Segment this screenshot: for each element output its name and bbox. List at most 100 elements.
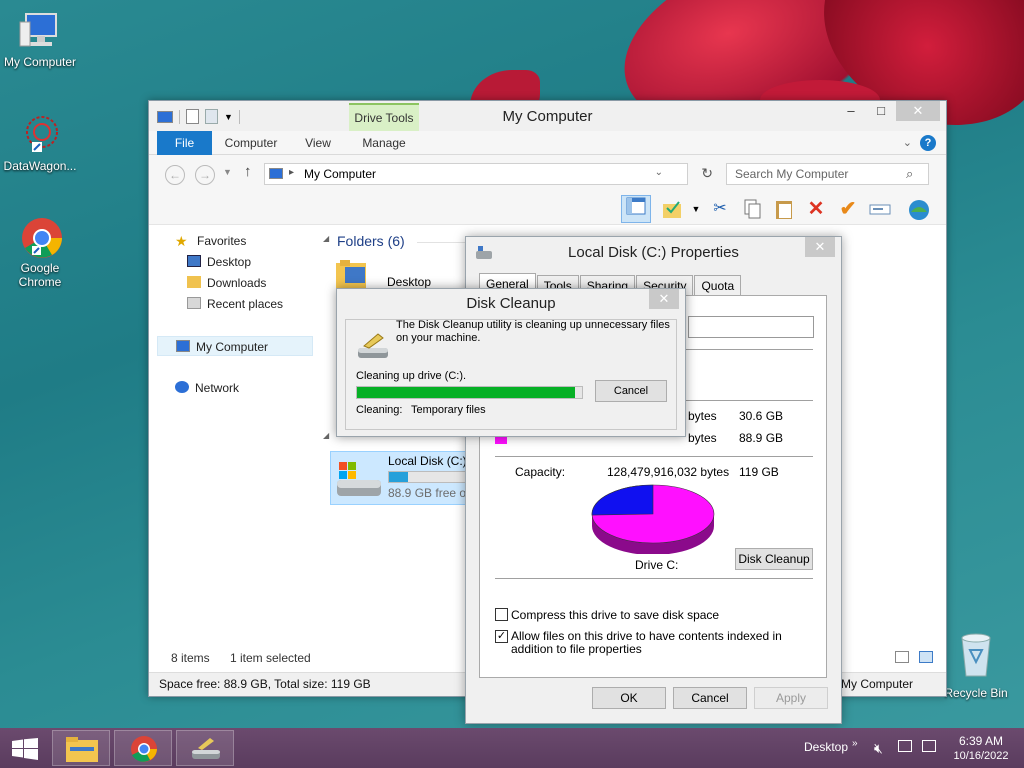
- nav-downloads[interactable]: Downloads: [187, 273, 266, 293]
- up-arrow-icon[interactable]: ↑: [244, 163, 252, 180]
- index-label: Allow files on this drive to have conten…: [511, 629, 782, 656]
- free-size: 88.9 GB: [739, 431, 784, 445]
- taskbar-disk-cleanup-button[interactable]: [176, 730, 234, 766]
- toolbar-expand-icon[interactable]: »: [852, 738, 858, 749]
- nav-recent-places[interactable]: Recent places: [187, 294, 283, 314]
- recycle-bin-icon: [954, 630, 998, 680]
- computer-icon: [18, 8, 62, 52]
- address-bar[interactable]: ▸ My Computer ⌄ ↻: [264, 163, 713, 185]
- copy-icon[interactable]: [741, 198, 763, 220]
- ok-button[interactable]: OK: [592, 687, 666, 709]
- disk-cleanup-button[interactable]: Disk Cleanup: [735, 548, 813, 570]
- tab-view[interactable]: View: [297, 131, 339, 155]
- computer-small-icon: [176, 340, 190, 352]
- breadcrumb[interactable]: My Computer: [304, 167, 376, 181]
- chevron-down-icon[interactable]: ▼: [685, 198, 707, 220]
- chrome-icon: [131, 736, 157, 762]
- refresh-icon[interactable]: ↻: [701, 165, 713, 182]
- paste-icon[interactable]: [773, 198, 795, 220]
- maximize-button[interactable]: □: [866, 101, 896, 121]
- volume-muted-icon[interactable]: 🔇︎: [874, 740, 883, 757]
- title-bar: ▼ Drive Tools My Computer – □ ✕: [149, 101, 946, 131]
- index-checkbox[interactable]: ✓: [495, 630, 508, 643]
- desktop-icon-recycle-bin[interactable]: Recycle Bin: [936, 630, 1016, 700]
- back-button[interactable]: ←: [165, 165, 185, 185]
- tab-file[interactable]: File: [157, 131, 212, 155]
- desktop-icon-my-computer[interactable]: My Computer: [0, 8, 80, 69]
- close-button[interactable]: ✕: [649, 289, 679, 309]
- nav-favorites[interactable]: ★ Favorites: [175, 231, 246, 251]
- tab-manage[interactable]: Manage: [351, 131, 417, 155]
- cleanup-progress-bar: [356, 386, 583, 399]
- recent-places-icon: [187, 297, 201, 309]
- tab-quota[interactable]: Quota: [694, 275, 742, 295]
- dialog-title: Disk Cleanup: [466, 295, 556, 312]
- preview-pane-icon[interactable]: [621, 195, 651, 223]
- nav-label: Favorites: [197, 234, 247, 248]
- folder-label[interactable]: Desktop: [387, 275, 431, 289]
- drive-tile-c[interactable]: Local Disk (C:) 88.9 GB free of: [330, 451, 470, 505]
- desktop-folder-icon[interactable]: [335, 259, 369, 289]
- chevron-down-icon[interactable]: ⌄: [903, 136, 912, 149]
- window-title: My Computer: [502, 108, 593, 125]
- breadcrumb-arrow-icon[interactable]: ▸: [289, 167, 294, 178]
- taskbar-explorer-button[interactable]: [52, 730, 110, 766]
- search-input[interactable]: Search My Computer: [726, 163, 929, 185]
- nav-label: Downloads: [207, 276, 267, 290]
- pie-slice-used: [591, 484, 654, 516]
- minimize-button[interactable]: –: [836, 101, 866, 121]
- compress-checkbox[interactable]: [495, 608, 508, 621]
- nav-desktop[interactable]: Desktop: [187, 252, 251, 272]
- nav-my-computer[interactable]: My Computer: [157, 336, 313, 356]
- delete-icon[interactable]: ✕: [805, 198, 827, 220]
- checkmark-icon[interactable]: ✔: [837, 198, 859, 220]
- dialog-title: Local Disk (C:) Properties: [568, 244, 739, 261]
- window-controls: – □ ✕: [836, 101, 940, 121]
- rename-icon[interactable]: [869, 198, 891, 220]
- disk-cleanup-icon: [358, 333, 388, 358]
- taskbar-chrome-button[interactable]: [114, 730, 172, 766]
- drive-usage-fill: [389, 472, 408, 482]
- cancel-button[interactable]: Cancel: [595, 380, 667, 402]
- drive-label-input[interactable]: [688, 316, 814, 338]
- file-explorer-icon: [66, 737, 98, 762]
- windows-logo-icon: [12, 738, 38, 760]
- cancel-button[interactable]: Cancel: [673, 687, 747, 709]
- clock-time: 6:39 AM: [958, 734, 1004, 748]
- collapse-arrow-icon[interactable]: ◢: [323, 431, 329, 440]
- folders-group-header[interactable]: Folders (6): [337, 233, 405, 249]
- computer-location-text: My Computer: [841, 677, 914, 691]
- clock[interactable]: 6:39 AM 10/16/2022: [950, 734, 1012, 764]
- address-row: ← → ▼ ↑ ▸ My Computer ⌄ ↻ Search My Comp…: [149, 155, 946, 191]
- datawagon-icon: [18, 112, 62, 156]
- collapse-arrow-icon[interactable]: ◢: [323, 234, 329, 243]
- computer-small-icon: [269, 168, 283, 179]
- tab-computer[interactable]: Computer: [219, 131, 283, 155]
- large-icons-view-icon[interactable]: [919, 651, 933, 663]
- help-icon[interactable]: ?: [920, 135, 936, 151]
- action-center-flag-icon[interactable]: [922, 740, 936, 752]
- network-icon[interactable]: [898, 740, 912, 752]
- desktop-icon-datawagon[interactable]: DataWagon...: [0, 112, 80, 173]
- search-icon[interactable]: ⌕: [906, 166, 913, 182]
- apply-button[interactable]: Apply: [754, 687, 828, 709]
- close-button[interactable]: ✕: [805, 237, 835, 257]
- close-button[interactable]: ✕: [896, 101, 940, 121]
- nav-network[interactable]: Network: [175, 378, 239, 398]
- drive-free-text: 88.9 GB free of: [388, 486, 470, 500]
- desktop-icon-chrome[interactable]: Google Chrome: [0, 214, 80, 289]
- address-dropdown-icon[interactable]: ⌄: [655, 167, 663, 178]
- details-view-icon[interactable]: [895, 651, 909, 663]
- cut-icon[interactable]: ✂: [709, 198, 731, 220]
- folder-options-icon[interactable]: [661, 198, 683, 220]
- space-info: Space free: 88.9 GB, Total size: 119 GB: [159, 677, 371, 691]
- recent-locations-chevron-icon[interactable]: ▼: [223, 167, 232, 177]
- cleanup-message: The Disk Cleanup utility is cleaning up …: [396, 319, 672, 345]
- desktop-toolbar-label[interactable]: Desktop: [804, 740, 848, 754]
- globe-icon[interactable]: [907, 198, 929, 220]
- drive-letter-label: Drive C:: [635, 558, 679, 572]
- windows-start-button[interactable]: [12, 738, 38, 763]
- forward-button[interactable]: →: [195, 165, 215, 185]
- progress-label: Cleaning up drive (C:).: [356, 370, 467, 382]
- group-divider: [417, 242, 467, 243]
